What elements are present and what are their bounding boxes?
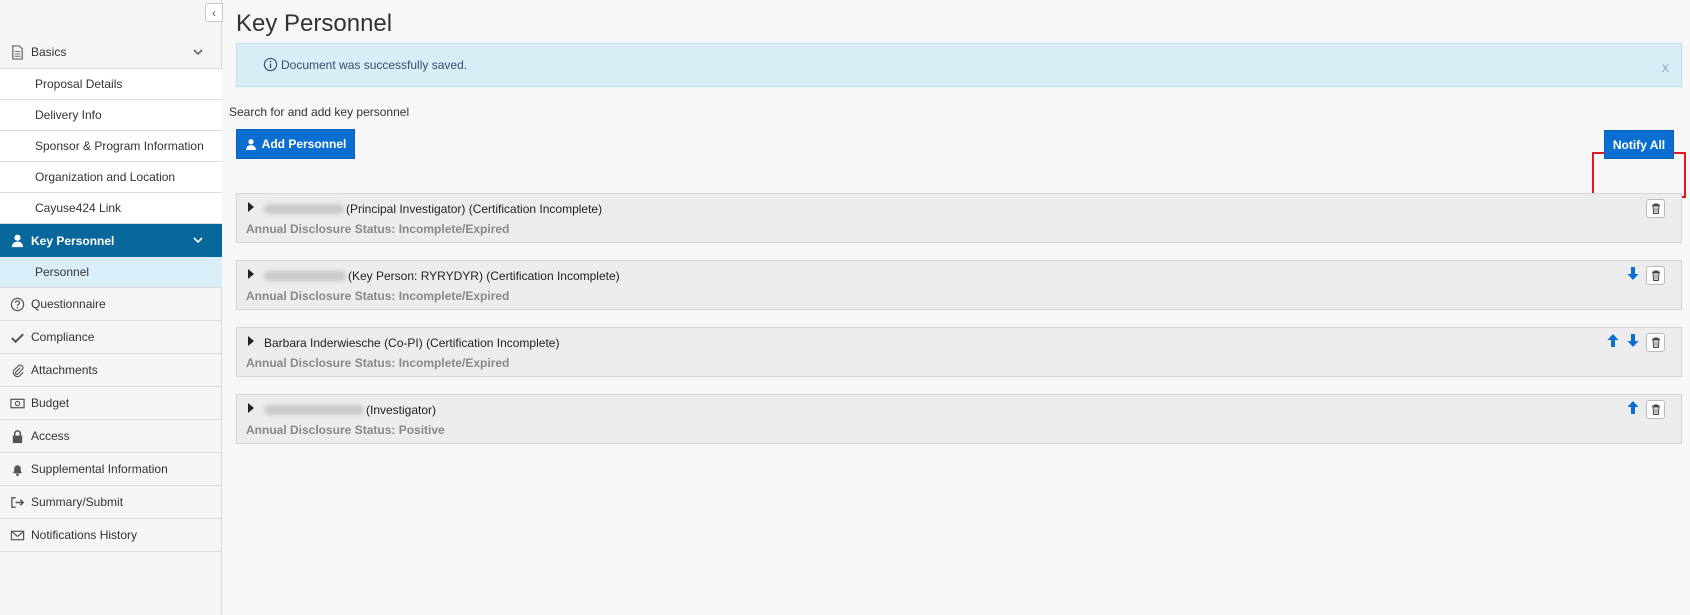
sidebar-subitem-cayuse424-link[interactable]: Cayuse424 Link [0, 193, 222, 224]
sidebar-item-label: Notifications History [31, 528, 138, 542]
personnel-role: Barbara Inderwiesche (Co-PI) (Certificat… [264, 336, 560, 350]
person-icon [245, 139, 256, 150]
sidebar-item-basics[interactable]: Basics [0, 36, 222, 69]
personnel-name: Barbara Inderwiesche (Co-PI) (Certificat… [264, 336, 559, 350]
sidebar-item-access[interactable]: Access [0, 420, 222, 453]
disclosure-status: Annual Disclosure Status: Incomplete/Exp… [246, 222, 510, 236]
page-title: Key Personnel [236, 10, 393, 37]
redacted-name [264, 204, 344, 214]
personnel-name: (Investigator) [264, 403, 436, 417]
personnel-name: (Key Person: RYRYDYR) (Certification Inc… [264, 269, 620, 283]
check-icon [9, 329, 25, 345]
sidebar-item-label: Basics [31, 45, 67, 59]
personnel-role: (Investigator) [366, 403, 437, 417]
sidebar-subitem-proposal-details[interactable]: Proposal Details [0, 69, 222, 100]
info-icon [263, 57, 278, 72]
sign-out-icon [9, 494, 25, 510]
arrow-down-icon[interactable] [1627, 334, 1639, 347]
delete-button[interactable] [1646, 400, 1665, 419]
sidebar-item-budget[interactable]: Budget [0, 387, 222, 420]
add-personnel-label: Add Personnel [261, 137, 347, 151]
trash-icon [1651, 337, 1660, 348]
sidebar-item-summary-submit[interactable]: Summary/Submit [0, 486, 222, 519]
personnel-role: (Principal Investigator) (Certification … [346, 202, 603, 216]
redacted-name [264, 271, 346, 281]
arrow-up-icon[interactable] [1607, 334, 1619, 347]
personnel-role: (Key Person: RYRYDYR) (Certification Inc… [348, 269, 620, 283]
sidebar-item-compliance[interactable]: Compliance [0, 321, 222, 354]
trash-icon [1651, 404, 1660, 415]
alert-close-button[interactable]: x [1662, 59, 1669, 75]
caret-right-icon[interactable] [247, 202, 255, 212]
personnel-row: Barbara Inderwiesche (Co-PI) (Certificat… [236, 327, 1682, 377]
sidebar-item-questionnaire[interactable]: Questionnaire [0, 288, 222, 321]
disclosure-status: Annual Disclosure Status: Positive [246, 423, 445, 437]
sidebar-item-label: Supplemental Information [31, 462, 168, 476]
personnel-name: (Principal Investigator) (Certification … [264, 202, 602, 216]
redacted-name [264, 405, 364, 415]
sidebar-item-label: Summary/Submit [31, 495, 124, 509]
disclosure-status: Annual Disclosure Status: Incomplete/Exp… [246, 289, 510, 303]
notify-all-button[interactable]: Notify All [1604, 130, 1674, 159]
arrow-up-icon[interactable] [1627, 401, 1639, 414]
chevron-down-icon [193, 49, 203, 56]
caret-right-icon[interactable] [247, 336, 255, 346]
disclosure-status: Annual Disclosure Status: Incomplete/Exp… [246, 356, 510, 370]
sidebar-item-label: Budget [31, 396, 70, 410]
personnel-row: (Key Person: RYRYDYR) (Certification Inc… [236, 260, 1682, 310]
sidebar-item-label: Key Personnel [31, 233, 115, 248]
sidebar-item-label: Questionnaire [31, 297, 106, 311]
trash-icon [1651, 203, 1660, 214]
sidebar-subitem-organization-location[interactable]: Organization and Location [0, 162, 222, 193]
delete-button[interactable] [1646, 199, 1665, 218]
personnel-row: (Principal Investigator) (Certification … [236, 193, 1682, 243]
search-hint-label: Search for and add key personnel [229, 105, 410, 119]
lock-icon [9, 428, 25, 444]
money-icon [9, 395, 25, 411]
person-icon [9, 233, 25, 249]
sidebar-item-label: Access [31, 429, 70, 443]
success-alert: Document was successfully saved. x [236, 43, 1682, 87]
question-icon [9, 296, 25, 312]
sidebar-nav: Basics Proposal Details Delivery Info Sp… [0, 36, 222, 552]
collapse-sidebar-button[interactable]: ‹ [205, 3, 223, 22]
chevron-down-icon [193, 237, 203, 244]
sidebar-item-notifications-history[interactable]: Notifications History [0, 519, 222, 552]
sidebar: ‹ Basics Proposal Details Delivery Info … [0, 0, 223, 615]
alert-message: Document was successfully saved. [281, 58, 468, 72]
delete-button[interactable] [1646, 333, 1665, 352]
trash-icon [1651, 270, 1660, 281]
arrow-down-icon[interactable] [1627, 267, 1639, 280]
delete-button[interactable] [1646, 266, 1665, 285]
document-icon [9, 44, 25, 60]
sidebar-item-key-personnel[interactable]: Key Personnel [0, 224, 222, 257]
sidebar-subitem-sponsor-program[interactable]: Sponsor & Program Information [0, 131, 222, 162]
paperclip-icon [9, 362, 25, 378]
envelope-icon [9, 527, 25, 543]
caret-right-icon[interactable] [247, 403, 255, 413]
add-personnel-button[interactable]: Add Personnel [236, 129, 355, 159]
sidebar-item-supplemental-information[interactable]: Supplemental Information [0, 453, 222, 486]
personnel-row: (Investigator) Annual Disclosure Status:… [236, 394, 1682, 444]
sidebar-item-label: Attachments [31, 363, 98, 377]
sidebar-subitem-delivery-info[interactable]: Delivery Info [0, 100, 222, 131]
sidebar-subitem-personnel[interactable]: Personnel [0, 257, 222, 288]
sidebar-item-attachments[interactable]: Attachments [0, 354, 222, 387]
bell-icon [9, 461, 25, 477]
sidebar-item-label: Compliance [31, 330, 95, 344]
caret-right-icon[interactable] [247, 269, 255, 279]
